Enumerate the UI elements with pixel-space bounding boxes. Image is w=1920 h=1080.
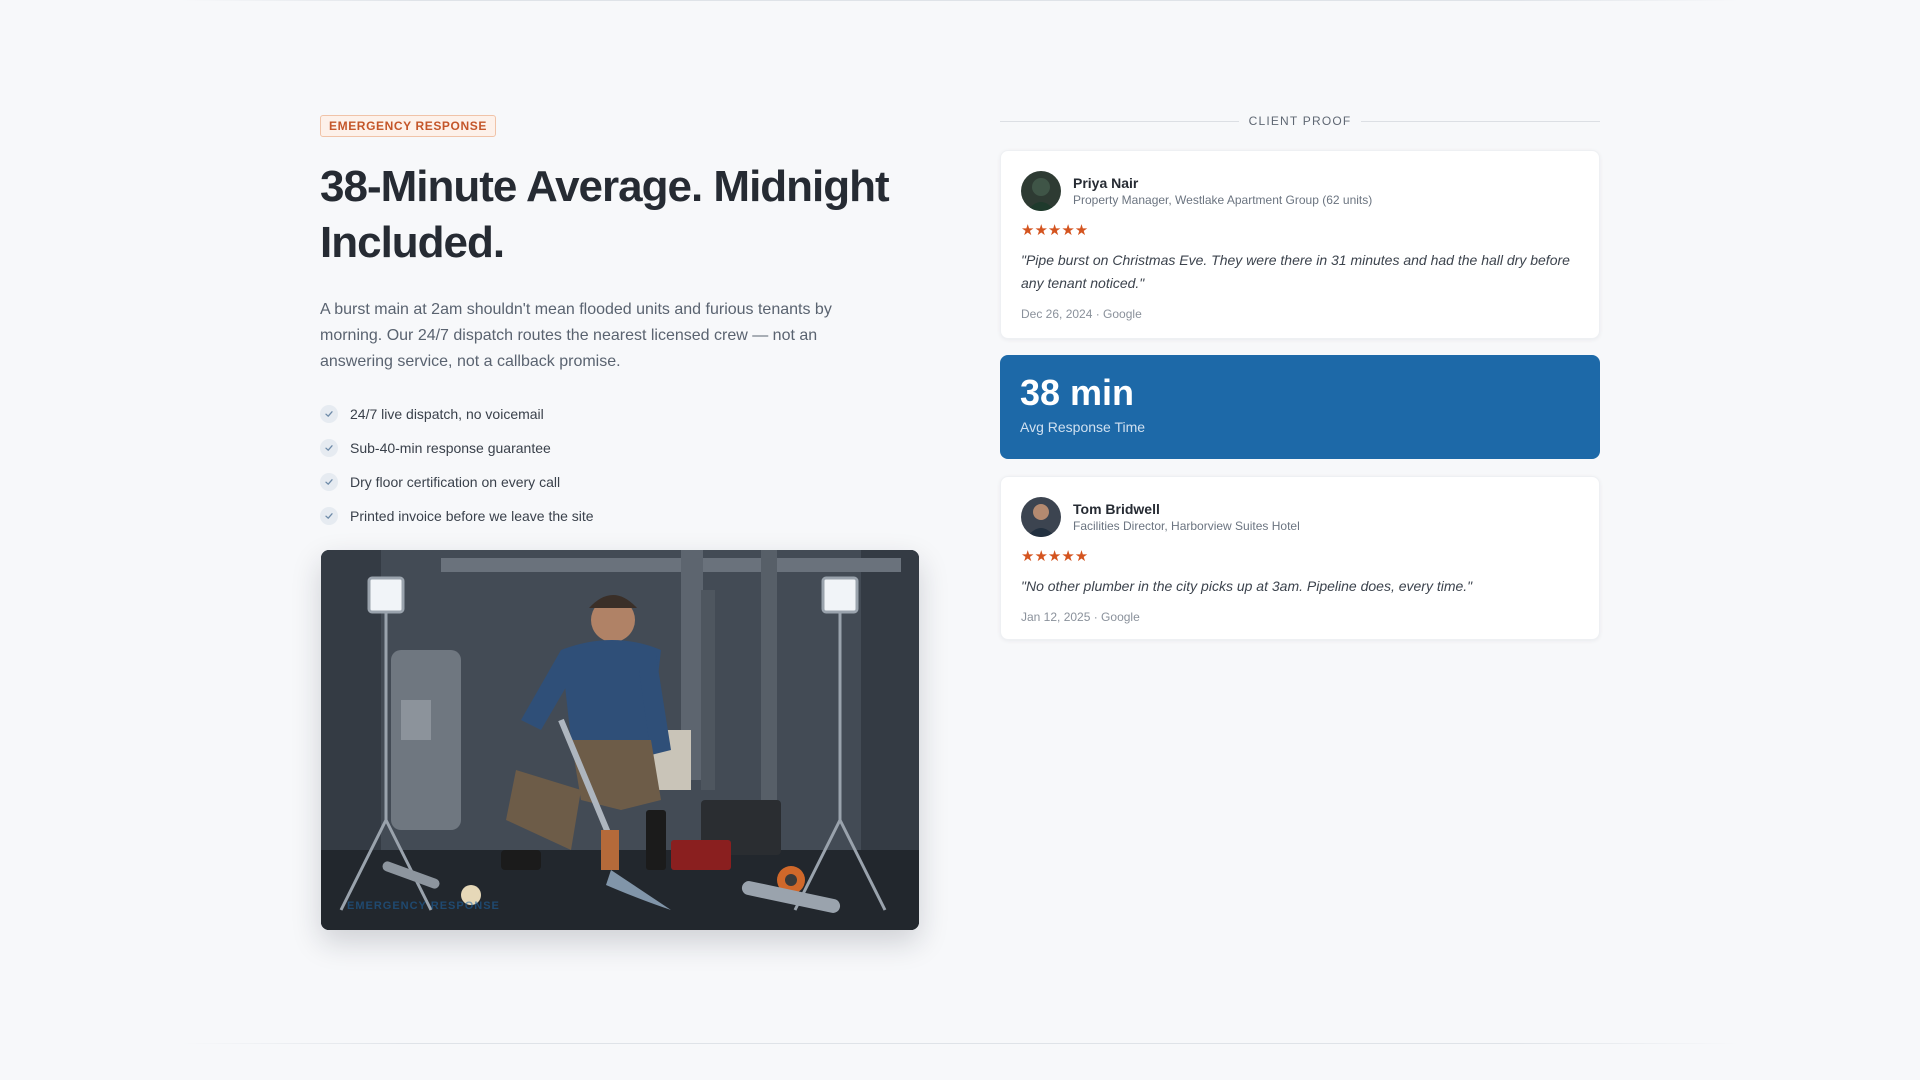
check-icon bbox=[320, 507, 338, 525]
feature-label: Printed invoice before we leave the site bbox=[350, 508, 594, 524]
review-quote: "Pipe burst on Christmas Eve. They were … bbox=[1021, 252, 1570, 291]
check-icon bbox=[320, 439, 338, 457]
stat-value: 38 min bbox=[1020, 372, 1135, 413]
check-icon bbox=[320, 405, 338, 423]
hero-lead: A burst main at 2am shouldn't mean flood… bbox=[320, 301, 832, 370]
feature-item: Dry floor certification on every call bbox=[320, 465, 920, 499]
avatar bbox=[1021, 497, 1061, 537]
reviewer-role: Property Manager, Westlake Apartment Gro… bbox=[1073, 193, 1373, 207]
reviewer: Tom Bridwell Facilities Director, Harbor… bbox=[1021, 497, 1579, 537]
photo-caption: EMERGENCY RESPONSE bbox=[347, 900, 500, 912]
stat-label: Avg Response Time bbox=[1020, 419, 1146, 435]
reviewer: Priya Nair Property Manager, Westlake Ap… bbox=[1021, 171, 1579, 211]
client-proof-header: CLIENT PROOF bbox=[1000, 110, 1601, 132]
star-rating: ★★★★★ bbox=[1021, 548, 1089, 565]
reviewer-name: Tom Bridwell bbox=[1073, 501, 1160, 517]
feature-label: 24/7 live dispatch, no voicemail bbox=[350, 406, 544, 422]
review-card: Priya Nair Property Manager, Westlake Ap… bbox=[1000, 150, 1600, 339]
feature-label: Dry floor certification on every call bbox=[350, 474, 561, 490]
feature-item: Sub-40-min response guarantee bbox=[320, 431, 920, 465]
client-proof-title: CLIENT PROOF bbox=[1248, 114, 1352, 128]
plumber-photo: EMERGENCY RESPONSE bbox=[321, 550, 919, 930]
review-meta: Jan 12, 2025 · Google bbox=[1021, 610, 1140, 624]
feature-item: Printed invoice before we leave the site bbox=[320, 499, 920, 533]
review-quote: "No other plumber in the city picks up a… bbox=[1021, 578, 1473, 594]
feature-label: Sub-40-min response guarantee bbox=[350, 440, 551, 456]
review-card: Tom Bridwell Facilities Director, Harbor… bbox=[1000, 476, 1600, 640]
reviewer-name: Priya Nair bbox=[1073, 175, 1139, 191]
feature-item: 24/7 live dispatch, no voicemail bbox=[320, 397, 920, 431]
review-meta: Dec 26, 2024 · Google bbox=[1021, 307, 1142, 321]
divider-line bbox=[1361, 120, 1601, 122]
avatar bbox=[1021, 171, 1061, 211]
hero-headline: 38-Minute Average. Midnight Included. bbox=[320, 162, 890, 267]
client-proof-section: CLIENT PROOF Priya Nair Property Manager… bbox=[1000, 110, 1601, 640]
star-rating: ★★★★★ bbox=[1021, 222, 1089, 239]
emergency-badge: EMERGENCY RESPONSE bbox=[320, 115, 496, 137]
bottom-divider bbox=[180, 1043, 1740, 1044]
check-icon bbox=[320, 473, 338, 491]
hero-section: EMERGENCY RESPONSE 38-Minute Average. Mi… bbox=[320, 115, 920, 533]
feature-list: 24/7 live dispatch, no voicemail Sub-40-… bbox=[320, 397, 920, 533]
top-divider bbox=[180, 0, 1740, 1]
response-time-stat: 38 min Avg Response Time bbox=[1000, 355, 1600, 459]
divider-line bbox=[1000, 120, 1239, 122]
reviewer-role: Facilities Director, Harborview Suites H… bbox=[1073, 519, 1300, 533]
